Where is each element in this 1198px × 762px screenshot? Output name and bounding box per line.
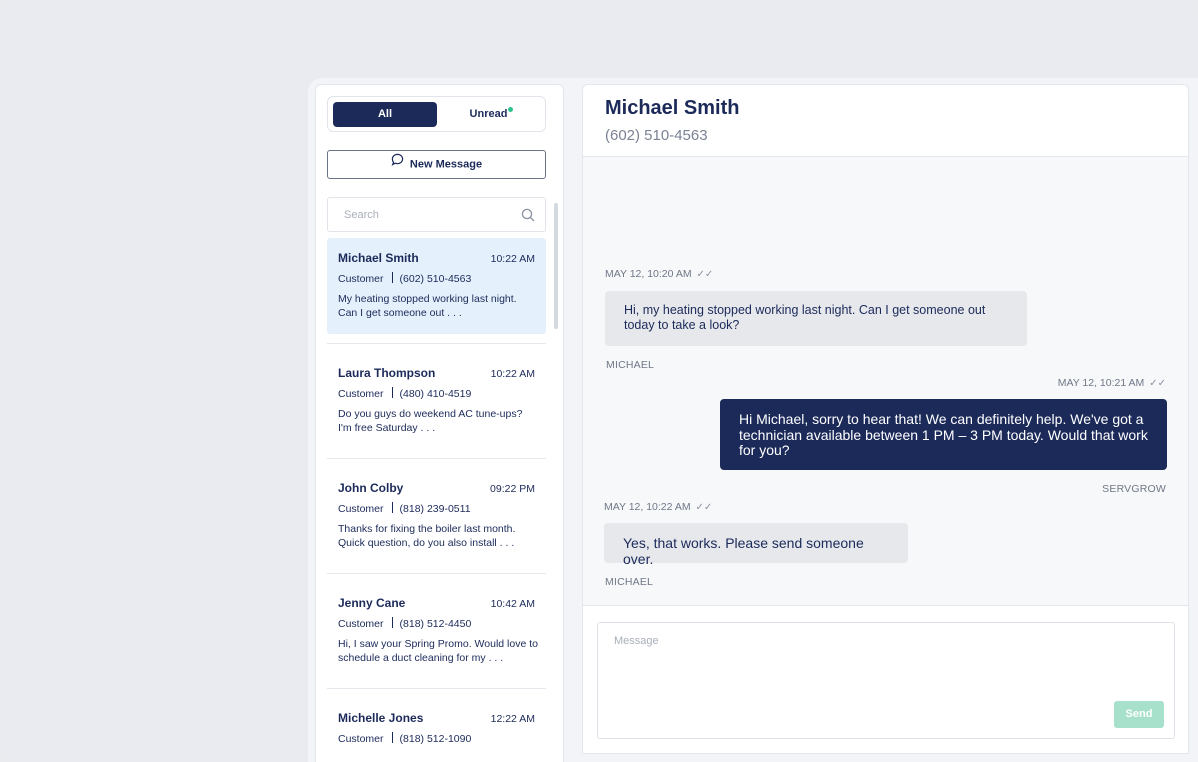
conversation-time: 09:22 PM (490, 483, 535, 495)
filter-unread-button[interactable]: Unread (440, 102, 542, 127)
composer-area: Message Send (583, 605, 1188, 753)
timestamp-text: MAY 12, 10:21 AM (1057, 377, 1145, 389)
chat-contact-name: Michael Smith (605, 97, 740, 119)
conversation-time: 10:22 AM (490, 253, 535, 265)
divider (391, 732, 393, 743)
divider (327, 564, 546, 583)
chat-contact-phone: (602) 510-4563 (605, 127, 708, 144)
timestamp-text: MAY 12, 10:22 AM (604, 501, 691, 513)
conversation-preview: Hi, I saw your Spring Promo. Would love … (338, 638, 538, 664)
conversation-time: 10:42 AM (490, 598, 535, 610)
message-sender: MICHAEL (606, 359, 655, 371)
conversation-preview: Do you guys do weekend AC tune-ups? I'm … (338, 408, 523, 434)
conversation-item[interactable]: Laura Thompson 10:22 AM Customer (480) 41… (327, 353, 546, 449)
send-button[interactable]: Send (1114, 701, 1164, 728)
divider (391, 617, 393, 628)
conversation-item[interactable]: Michelle Jones 12:22 AM Customer (818) 51… (327, 698, 546, 762)
message-input[interactable]: Message Send (597, 622, 1175, 739)
conversation-meta: Customer (480) 410-4519 (338, 387, 535, 400)
message-bubble-incoming: Hi, my heating stopped working last nigh… (605, 291, 1027, 346)
timestamp-text: MAY 12, 10:20 AM (605, 268, 692, 280)
message-bubble-incoming: Yes, that works. Please send someone ove… (604, 523, 908, 567)
chat-panel: Michael Smith (602) 510-4563 MAY 12, 10:… (582, 84, 1189, 754)
contact-type: Customer (338, 273, 384, 285)
double-check-icon: ✓✓ (695, 502, 713, 513)
contact-phone: (818) 239-0511 (399, 503, 471, 515)
conversation-preview: Thanks for fixing the boiler last month.… (338, 523, 516, 549)
contact-type: Customer (338, 388, 384, 400)
double-check-icon: ✓✓ (1149, 378, 1166, 389)
conversation-meta: Customer (818) 512-1090 (338, 732, 535, 745)
contact-phone: (818) 512-4450 (399, 618, 472, 630)
contact-phone: (602) 510-4563 (399, 273, 472, 285)
divider (391, 387, 393, 398)
conversation-time: 12:22 AM (490, 713, 535, 725)
conversation-meta: Customer (602) 510-4563 (338, 272, 535, 285)
conversation-preview: My heating stopped working last night. C… (338, 293, 517, 319)
contact-type: Customer (338, 503, 384, 515)
conversation-item[interactable]: Michael Smith 10:22 AM Customer (602) 510… (327, 238, 546, 334)
filter-unread-label: Unread (469, 108, 508, 120)
search-placeholder: Search (344, 209, 379, 221)
message-sender: SERVGROW (1102, 483, 1166, 495)
filter-toggle: All Unread (327, 96, 546, 132)
new-message-button[interactable]: New Message (327, 150, 546, 179)
search-input[interactable]: Search (327, 197, 546, 232)
conversation-time: 10:22 AM (490, 368, 535, 380)
conversation-sidebar: All Unread New Message Search Michael Sm… (315, 84, 564, 762)
divider (327, 449, 546, 468)
contact-type: Customer (338, 733, 384, 745)
conversation-item[interactable]: Jenny Cane 10:42 AM Customer (818) 512-44… (327, 583, 546, 679)
conversation-meta: Customer (818) 239-0511 (338, 502, 535, 515)
message-placeholder: Message (614, 635, 659, 647)
list-scrollbar[interactable] (554, 203, 558, 329)
chat-header: Michael Smith (602) 510-4563 (583, 85, 1188, 157)
double-check-icon: ✓✓ (696, 269, 714, 280)
message-timestamp: MAY 12, 10:20 AM ✓✓ (605, 268, 713, 280)
conversation-list: Michael Smith 10:22 AM Customer (602) 510… (327, 238, 546, 762)
contact-phone: (480) 410-4519 (399, 388, 472, 400)
message-timestamp: MAY 12, 10:21 AM ✓✓ (1058, 377, 1166, 389)
message-sender: MICHAEL (605, 576, 654, 588)
filter-all-button[interactable]: All (333, 102, 437, 127)
search-icon[interactable] (521, 208, 535, 227)
message-timestamp: MAY 12, 10:22 AM ✓✓ (604, 501, 712, 513)
contact-phone: (818) 512-1090 (399, 733, 472, 745)
new-message-label: New Message (409, 158, 483, 171)
conversation-item[interactable]: John Colby 09:22 PM Customer (818) 239-05… (327, 468, 546, 564)
divider (391, 502, 393, 513)
divider (327, 679, 546, 698)
divider (391, 272, 393, 283)
message-bubble-outgoing: Hi Michael, sorry to hear that! We can d… (720, 399, 1167, 470)
unread-indicator-dot (508, 107, 514, 112)
conversation-meta: Customer (818) 512-4450 (338, 617, 535, 630)
chat-bubble-icon (391, 150, 404, 177)
divider (327, 334, 546, 353)
contact-type: Customer (338, 618, 384, 630)
